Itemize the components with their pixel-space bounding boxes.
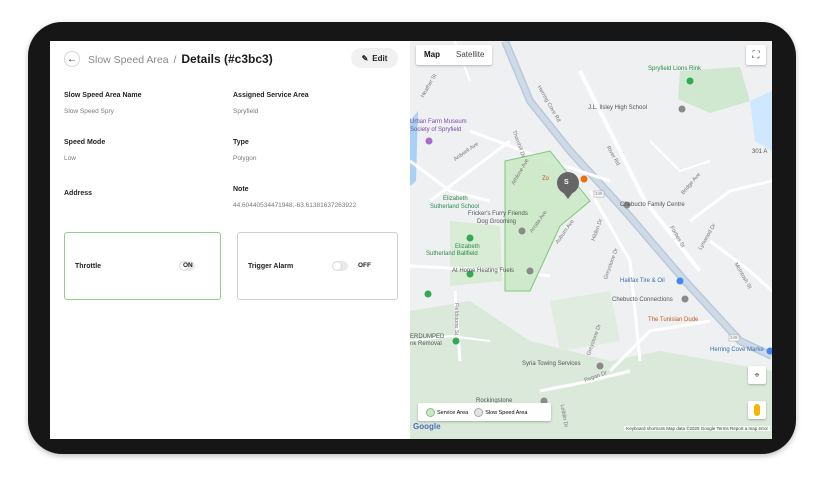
note-label: Note (233, 186, 249, 193)
map-label-urban-farm-1: Urban Farm Museum (410, 119, 467, 125)
trigger-alarm-toggle[interactable] (332, 261, 348, 271)
edit-button[interactable]: ✎ Edit (351, 48, 398, 68)
map-label-zo: Zo (542, 176, 550, 182)
fullscreen-icon: ⛶ (752, 49, 760, 61)
recenter-icon: ⌖ (754, 369, 760, 380)
pencil-icon: ✎ (361, 53, 369, 63)
app-screen: ← Slow Speed Area / Details (#c3bc3) ✎ E… (50, 41, 772, 439)
legend-service-label: Service Area (437, 409, 469, 416)
legend-dot-slow (474, 407, 484, 417)
map-label-chebucto-connections: Chebucto Connections (612, 297, 673, 303)
map-label-elizabeth-2: Sutherland School (430, 204, 480, 210)
arrow-left-icon: ← (67, 53, 77, 65)
throttle-card[interactable]: Throttle ON (64, 232, 221, 300)
map-label-tunisian: The Tunisian Dude (648, 317, 699, 323)
address-label: Address (64, 190, 93, 197)
throttle-label: Throttle (75, 263, 102, 270)
legend-dot-service (426, 407, 435, 417)
street-view-pegman[interactable] (748, 401, 766, 419)
map-label-ballfield-2: Sutherland Ballfield (426, 251, 478, 257)
note-value: 44.60440534471948,-63.61381637263922 (233, 202, 357, 209)
breadcrumb-parent[interactable]: Slow Speed Area (88, 54, 169, 66)
details-panel: ← Slow Speed Area / Details (#c3bc3) ✎ E… (50, 41, 410, 439)
name-value: Slow Speed Spry (64, 108, 114, 115)
name-label: Slow Speed Area Name (64, 92, 142, 99)
area-marker[interactable]: S (564, 179, 569, 186)
speed-mode-value: Low (64, 155, 76, 162)
speed-mode-label: Speed Mode (64, 139, 106, 146)
tab-satellite[interactable]: Satellite (448, 45, 492, 65)
type-value: Polygon (233, 155, 257, 162)
map-type-tabs: Map Satellite (416, 45, 493, 65)
map-label-chebucto-family: Chebucto Family Centre (620, 202, 685, 208)
map-panel[interactable]: Map Satellite ⛶ S Spryfield Lions Rink J… (410, 41, 772, 439)
breadcrumb: Slow Speed Area / Details (#c3bc3) (88, 52, 273, 66)
legend-service-area: Service Area (426, 407, 469, 417)
throttle-state: ON (183, 262, 193, 269)
map-label-ballfield-1: Elizabeth (455, 244, 480, 250)
legend-slow-label: Slow Speed Area (485, 409, 528, 416)
map-label-furry-1: Fricker's Furry Friends (468, 211, 528, 217)
trigger-alarm-card[interactable]: Trigger Alarm OFF (237, 232, 398, 300)
fullscreen-button[interactable]: ⛶ (746, 45, 766, 65)
map-route-349-b: 349 (730, 335, 738, 340)
recenter-button[interactable]: ⌖ (748, 366, 766, 384)
map-attribution[interactable]: Keyboard shortcuts Map data ©2025 Google… (624, 426, 770, 431)
map-legend: Service Area Slow Speed Area (418, 403, 551, 421)
map-label-dumped-2: nk Removal (410, 341, 442, 347)
pegman-icon (754, 404, 760, 416)
map-label-halifax-tire: Halifax Tire & Oil (620, 278, 665, 284)
trigger-alarm-state: OFF (358, 262, 371, 269)
legend-slow-speed-area: Slow Speed Area (474, 407, 528, 417)
tab-map[interactable]: Map (416, 45, 448, 65)
map-label-lions-rink: Spryfield Lions Rink (648, 66, 702, 72)
map-label-isley: J.L. Ilsley High School (588, 105, 648, 111)
google-logo: Google (413, 422, 441, 431)
service-area-label: Assigned Service Area (233, 92, 309, 99)
map-label-301: 301 A (752, 149, 768, 155)
map-label-herring-market: Herring Cove Marke (710, 347, 764, 353)
map-route-349-a: 349 (595, 191, 603, 196)
map-label-elizabeth-1: Elizabeth (443, 196, 468, 202)
trigger-alarm-label: Trigger Alarm (248, 263, 294, 270)
service-area-value: Spryfield (233, 108, 259, 115)
map-road-fieldstone: Fieldstone St (453, 302, 460, 336)
edit-button-label: Edit (372, 53, 388, 63)
map-label-furry-2: Dog Grooming (477, 219, 517, 225)
back-button[interactable]: ← (64, 51, 80, 67)
map-label-dumped-1: ERDUMPED (410, 334, 445, 340)
map-label-syria: Syria Towing Services (522, 361, 581, 367)
toggle-knob (333, 262, 341, 270)
map-label-urban-farm-2: Society of Spryfield (410, 127, 462, 133)
type-label: Type (233, 139, 249, 146)
map-label-heating: At Home Heating Fuels (452, 268, 515, 274)
page-title: Details (#c3bc3) (181, 52, 273, 66)
breadcrumb-separator: / (173, 54, 177, 66)
